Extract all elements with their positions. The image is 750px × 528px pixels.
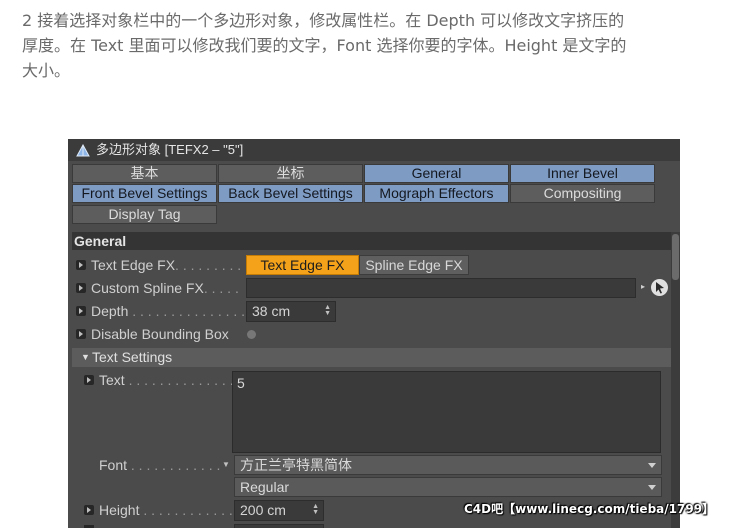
label-leader: . . . . . . . . . . . . . xyxy=(143,502,241,518)
custom-spline-field[interactable] xyxy=(246,278,636,298)
label-leader: . . . . . . . . . . . . xyxy=(130,457,221,473)
font-family-select[interactable]: 方正兰亭特黑简体 xyxy=(234,455,662,475)
tab-coord[interactable]: 坐标 xyxy=(218,164,363,183)
tab-basic[interactable]: 基本 xyxy=(72,164,217,183)
chevron-down-icon xyxy=(648,485,656,490)
height-input[interactable]: 200 cm ▲ ▼ xyxy=(234,500,324,521)
tab-back-bevel[interactable]: Back Bevel Settings xyxy=(218,184,363,203)
triangle-down-icon: ▼ xyxy=(81,352,90,362)
spline-edge-fx-button[interactable]: Spline Edge FX xyxy=(359,255,469,275)
text-label: Text xyxy=(99,372,125,388)
watermark-text: C4D吧【www.linecg.com/tieba/1799】 xyxy=(464,502,715,516)
tab-general[interactable]: General xyxy=(364,164,509,183)
tab-inner-bevel[interactable]: Inner Bevel xyxy=(510,164,655,183)
attribute-manager-panel: 多边形对象 [TEFX2 – "5"] 基本 坐标 General Inner … xyxy=(68,139,680,528)
font-style-select[interactable]: Regular xyxy=(234,477,662,497)
vertical-scrollbar[interactable] xyxy=(671,232,680,528)
caption-line-3: 大小。 xyxy=(22,61,71,80)
text-settings-toggle[interactable]: ▼ Text Settings xyxy=(72,348,671,367)
row-font: Font . . . . . . . . . . . . ▼ xyxy=(82,455,232,475)
section-general: General xyxy=(72,232,671,250)
animate-icon[interactable] xyxy=(84,375,94,385)
animate-icon[interactable] xyxy=(84,505,94,515)
text-edge-fx-label: Text Edge FX xyxy=(91,257,176,273)
row-height: Height . . . . . . . . . . . . . xyxy=(82,500,241,520)
chevron-down-icon[interactable]: ▼ xyxy=(222,455,230,475)
text-value: 5 xyxy=(237,375,245,391)
label-leader: . . . . . . . . . . xyxy=(175,257,249,273)
font-family-value: 方正兰亭特黑简体 xyxy=(240,457,352,473)
text-input[interactable]: 5 xyxy=(232,371,661,453)
label-leader: . . . . . . . . . . . . . . . xyxy=(128,372,242,388)
animate-icon[interactable] xyxy=(76,283,86,293)
disable-bbox-label: Disable Bounding Box xyxy=(91,326,229,342)
pyramid-icon xyxy=(76,143,90,165)
animate-icon[interactable] xyxy=(76,306,86,316)
caption-line-2: 厚度。在 Text 里面可以修改我们要的文字，Font 选择你要的字体。Heig… xyxy=(22,36,627,55)
caption-line-1: 2 接着选择对象栏中的一个多边形对象，修改属性栏。在 Depth 可以修改文字挤… xyxy=(22,11,625,30)
instruction-caption: 2 接着选择对象栏中的一个多边形对象，修改属性栏。在 Depth 可以修改文字挤… xyxy=(22,8,722,83)
row-disable-bbox: Disable Bounding Box xyxy=(74,324,664,344)
text-edge-fx-button[interactable]: Text Edge FX xyxy=(246,255,359,275)
depth-value: 38 cm xyxy=(252,303,291,319)
spinner-arrows-icon[interactable]: ▲ ▼ xyxy=(312,503,319,516)
font-style-value: Regular xyxy=(240,479,290,495)
text-settings-label: Text Settings xyxy=(92,349,173,365)
panel-titlebar: 多边形对象 [TEFX2 – "5"] xyxy=(68,139,680,161)
label-leader: . . . . . . . . . . . . . . . . . xyxy=(132,303,261,319)
tab-display-tag[interactable]: Display Tag xyxy=(72,205,217,224)
next-field[interactable] xyxy=(234,524,324,528)
tab-front-bevel[interactable]: Front Bevel Settings xyxy=(72,184,217,203)
tab-mograph-effectors[interactable]: Mograph Effectors xyxy=(364,184,509,203)
font-label: Font xyxy=(99,457,128,473)
disable-bbox-checkbox[interactable] xyxy=(247,330,256,339)
label-leader: . . . . . xyxy=(203,280,239,296)
panel-title: 多边形对象 [TEFX2 – "5"] xyxy=(96,142,244,157)
animate-icon[interactable] xyxy=(76,260,86,270)
tab-compositing[interactable]: Compositing xyxy=(510,184,655,203)
row-text: Text . . . . . . . . . . . . . . . xyxy=(82,370,241,390)
pick-arrow-icon[interactable] xyxy=(651,279,668,296)
scrollbar-thumb[interactable] xyxy=(672,234,679,280)
animate-icon[interactable] xyxy=(76,329,86,339)
depth-label: Depth xyxy=(91,303,129,319)
height-label: Height xyxy=(99,502,140,518)
row-depth: Depth . . . . . . . . . . . . . . . . . xyxy=(74,301,664,321)
chevron-down-icon xyxy=(648,463,656,468)
chevron-right-icon[interactable]: ▸ xyxy=(641,282,645,291)
spinner-arrows-icon[interactable]: ▲ ▼ xyxy=(324,304,331,317)
depth-input[interactable]: 38 cm ▲ ▼ xyxy=(246,301,336,322)
height-value: 200 cm xyxy=(240,502,286,518)
custom-spline-fx-label: Custom Spline FX xyxy=(91,280,204,296)
